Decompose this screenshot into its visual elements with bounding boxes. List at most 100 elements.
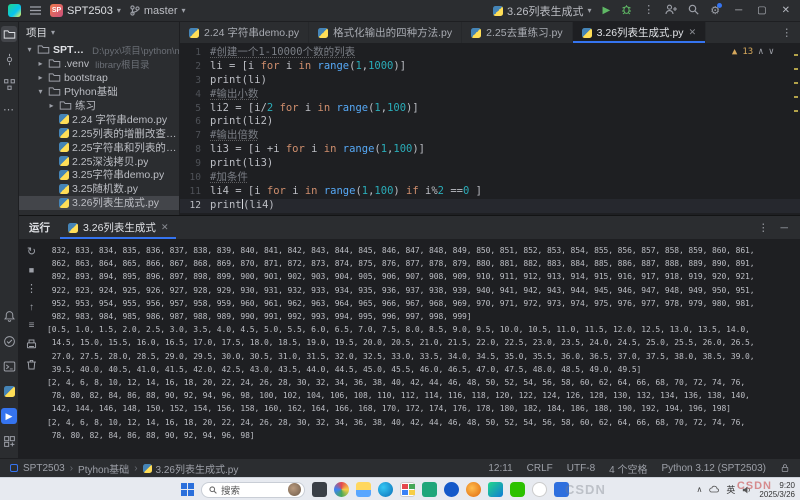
stop-icon[interactable]: ■ bbox=[29, 265, 34, 275]
rerun-icon[interactable]: ↻ bbox=[27, 245, 36, 258]
debug-button[interactable] bbox=[621, 4, 632, 18]
tree-item[interactable]: 3.25随机数.py bbox=[19, 182, 179, 196]
print-icon[interactable] bbox=[25, 338, 38, 351]
more-icon[interactable]: ⋮ bbox=[26, 282, 37, 295]
maximize-button[interactable]: ▢ bbox=[757, 5, 766, 16]
code-line[interactable]: 12print(li4) bbox=[180, 199, 800, 213]
code-line[interactable]: 10#加条件 bbox=[180, 171, 800, 185]
scroll-up-icon[interactable]: ↑ bbox=[29, 302, 34, 313]
close-button[interactable]: ✕ bbox=[782, 5, 790, 16]
tree-item[interactable]: ▾Ptyhon基础 bbox=[19, 85, 179, 99]
run-icon[interactable]: ▶ bbox=[1, 408, 17, 424]
run-button[interactable]: ▶ bbox=[602, 5, 610, 16]
code-line[interactable]: 5li2 = [i/2 for i in range(1,100)] bbox=[180, 102, 800, 116]
status-item[interactable]: UTF-8 bbox=[567, 463, 595, 474]
close-icon[interactable]: ✕ bbox=[161, 222, 169, 233]
taskbar-app-mail[interactable] bbox=[422, 482, 437, 497]
code-line[interactable]: 4#输出小数 bbox=[180, 88, 800, 102]
python-console-icon[interactable] bbox=[1, 383, 17, 399]
code-line[interactable]: 7#输出倍数 bbox=[180, 129, 800, 143]
main-menu-icon[interactable] bbox=[30, 6, 41, 15]
code-line[interactable]: 9print(li3) bbox=[180, 157, 800, 171]
tree-item[interactable]: ▸bootstrap bbox=[19, 71, 179, 85]
todo-icon[interactable] bbox=[1, 333, 17, 349]
status-item[interactable]: Python 3.12 (SPT2503) bbox=[661, 463, 766, 474]
chevron-down-icon[interactable]: ▾ bbox=[25, 45, 34, 54]
code-line[interactable]: 6print(li2) bbox=[180, 115, 800, 129]
tree-item[interactable]: 3.26列表生成式.py bbox=[19, 196, 179, 210]
tree-item[interactable]: 2.25列表的增删改查.py bbox=[19, 126, 179, 140]
structure-icon[interactable] bbox=[1, 76, 17, 92]
tree-item[interactable]: 3.25字符串demo.py bbox=[19, 168, 179, 182]
tree-item[interactable]: ▸练习 bbox=[19, 99, 179, 113]
clear-icon[interactable] bbox=[25, 358, 38, 371]
lock-icon[interactable] bbox=[780, 463, 790, 473]
hide-panel-icon[interactable]: ─ bbox=[781, 222, 788, 234]
taskbar-app-pycharm[interactable] bbox=[488, 482, 503, 497]
status-item[interactable]: 12:11 bbox=[488, 463, 512, 474]
code-editor[interactable]: ▲ 13 ∧ ∨ 1#创建一个1-10000个数的列表2li = [i for … bbox=[180, 44, 800, 215]
breadcrumb-item[interactable]: Ptyhon基础 bbox=[78, 461, 129, 476]
minimize-button[interactable]: ─ bbox=[735, 5, 742, 16]
services-icon[interactable] bbox=[1, 433, 17, 449]
chevron-right-icon[interactable]: ▸ bbox=[36, 59, 45, 68]
taskbar-app-store[interactable] bbox=[400, 482, 415, 497]
terminal-icon[interactable] bbox=[1, 358, 17, 374]
chevron-right-icon[interactable]: ▸ bbox=[36, 73, 45, 82]
taskbar-app-clock[interactable] bbox=[444, 482, 459, 497]
code-line[interactable]: 1#创建一个1-10000个数的列表 bbox=[180, 46, 800, 60]
project-switcher[interactable]: SP SPT2503 ▾ bbox=[50, 4, 121, 17]
code-with-me-icon[interactable] bbox=[665, 4, 677, 18]
tray-expand-icon[interactable]: ∧ bbox=[697, 485, 703, 494]
close-icon[interactable]: ✕ bbox=[689, 27, 697, 38]
editor-tab[interactable]: 2.24 字符串demo.py bbox=[180, 22, 309, 43]
taskbar-app-photos[interactable] bbox=[312, 482, 327, 497]
taskbar-app-file-explorer[interactable] bbox=[356, 482, 371, 497]
chevron-down-icon[interactable]: ▾ bbox=[51, 28, 55, 37]
more-actions-icon[interactable]: ⋮ bbox=[643, 5, 654, 16]
taskbar-app-browser[interactable] bbox=[334, 482, 349, 497]
ime-indicator[interactable]: 英 bbox=[726, 483, 735, 496]
code-line[interactable]: 3print(li) bbox=[180, 74, 800, 88]
taskbar-clock[interactable]: 9:20 2025/3/26 bbox=[759, 481, 795, 499]
tab-options-icon[interactable]: ⋮ bbox=[774, 27, 800, 39]
taskbar-app-edge[interactable] bbox=[378, 482, 393, 497]
editor-tab[interactable]: 2.25去重练习.py bbox=[462, 22, 572, 43]
tree-item[interactable]: ▸.venvlibrary根目录 bbox=[19, 57, 179, 71]
notifications-icon[interactable] bbox=[1, 308, 17, 324]
volume-icon[interactable] bbox=[742, 485, 752, 495]
tree-item[interactable]: 2.25字符串和列表的转换.py bbox=[19, 140, 179, 154]
project-icon[interactable] bbox=[1, 26, 17, 42]
status-item[interactable]: CRLF bbox=[527, 463, 553, 474]
tree-item[interactable]: ▾SPT2503D:\pyx\项目\python\myflask bbox=[19, 43, 179, 57]
taskbar-app-firefox[interactable] bbox=[466, 482, 481, 497]
code-line[interactable]: 11li4 = [i for i in range(1,100) if i%2 … bbox=[180, 185, 800, 199]
breadcrumb-item[interactable]: SPT2503 bbox=[23, 463, 65, 474]
chevron-right-icon[interactable]: ▸ bbox=[47, 101, 56, 110]
settings-gear-icon[interactable]: ⚙ bbox=[710, 5, 720, 17]
editor-tab[interactable]: 格式化输出的四种方法.py bbox=[309, 22, 462, 43]
code-line[interactable]: 8li3 = [i +i for i in range(1,100)] bbox=[180, 143, 800, 157]
prev-warning-icon[interactable]: ∧ bbox=[758, 47, 763, 57]
editor-tab[interactable]: 3.26列表生成式.py✕ bbox=[573, 22, 707, 43]
onedrive-icon[interactable] bbox=[709, 485, 719, 494]
taskbar-app-messenger[interactable] bbox=[532, 482, 547, 497]
soft-wrap-icon[interactable]: ≡ bbox=[29, 320, 35, 331]
more-icon[interactable]: ⋯ bbox=[1, 101, 17, 117]
code-line[interactable]: 2li = [i for i in range(1,1000)] bbox=[180, 60, 800, 74]
taskbar-search-box[interactable]: 搜索 bbox=[201, 482, 305, 498]
more-actions-icon[interactable]: ⋮ bbox=[758, 222, 769, 234]
taskbar-app-wechat[interactable] bbox=[510, 482, 525, 497]
breadcrumb-item[interactable]: 3.26列表生成式.py bbox=[143, 461, 239, 476]
tree-item[interactable]: 2.24 字符串demo.py bbox=[19, 112, 179, 126]
console-output[interactable]: 832, 833, 834, 835, 836, 837, 838, 839, … bbox=[44, 240, 800, 458]
run-tab[interactable]: 3.26列表生成式 ✕ bbox=[60, 216, 176, 239]
commit-icon[interactable] bbox=[1, 51, 17, 67]
run-config-selector[interactable]: 3.26列表生成式 ▾ bbox=[493, 3, 591, 19]
chevron-down-icon[interactable]: ▾ bbox=[36, 87, 45, 96]
tree-item[interactable]: 2.25深浅拷贝.py bbox=[19, 154, 179, 168]
inspections-widget[interactable]: ▲ 13 ∧ ∨ bbox=[732, 47, 774, 57]
search-everywhere-icon[interactable] bbox=[688, 4, 699, 18]
status-item[interactable]: 4 个空格 bbox=[609, 461, 647, 476]
next-warning-icon[interactable]: ∨ bbox=[769, 47, 774, 57]
